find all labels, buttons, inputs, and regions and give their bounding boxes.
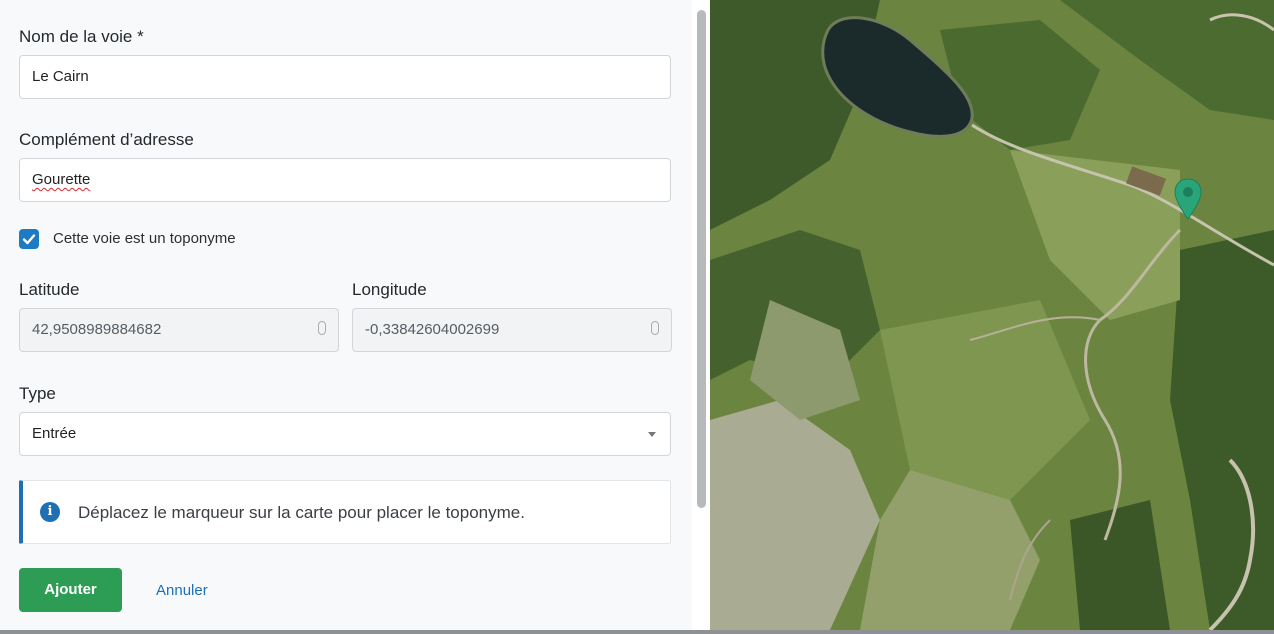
type-select[interactable]: Entrée — [19, 412, 671, 456]
latitude-value: 42,9508989884682 — [32, 321, 162, 338]
longitude-label: Longitude — [352, 280, 427, 299]
info-alert: i Déplacez le marqueur sur la carte pour… — [19, 480, 671, 544]
toponym-checkbox-label[interactable]: Cette voie est un toponyme — [53, 229, 236, 249]
info-icon: i — [40, 502, 60, 522]
complement-input[interactable]: Gourette — [19, 158, 671, 202]
map-marker-icon[interactable] — [1173, 177, 1203, 221]
check-icon — [22, 234, 36, 245]
address-form-panel: Nom de la voie * Le Cairn Complément d’a… — [0, 0, 692, 630]
latitude-label: Latitude — [19, 280, 80, 299]
map-marker-shape — [1174, 178, 1202, 220]
latitude-input[interactable]: 42,9508989884682 — [19, 308, 339, 352]
chevron-down-icon — [648, 432, 656, 437]
longitude-value: -0,33842604002699 — [365, 321, 500, 338]
complement-value: Gourette — [32, 171, 91, 188]
info-message: Déplacez le marqueur sur la carte pour p… — [78, 503, 525, 522]
complement-label: Complément d’adresse — [19, 130, 194, 149]
scrollbar-thumb[interactable] — [697, 10, 706, 508]
type-label: Type — [19, 384, 56, 403]
bottom-divider — [0, 630, 1274, 634]
add-button[interactable]: Ajouter — [19, 568, 122, 612]
cancel-link[interactable]: Annuler — [156, 582, 208, 600]
latitude-spinner-icon[interactable] — [318, 321, 326, 335]
map-imagery — [710, 0, 1274, 630]
street-name-value: Le Cairn — [32, 68, 89, 85]
toponym-checkbox[interactable] — [19, 229, 39, 249]
type-value: Entrée — [32, 425, 77, 442]
longitude-input[interactable]: -0,33842604002699 — [352, 308, 672, 352]
longitude-spinner-icon[interactable] — [651, 321, 659, 335]
street-name-input[interactable]: Le Cairn — [19, 55, 671, 99]
street-name-label: Nom de la voie * — [19, 27, 144, 46]
satellite-map[interactable] — [710, 0, 1274, 630]
